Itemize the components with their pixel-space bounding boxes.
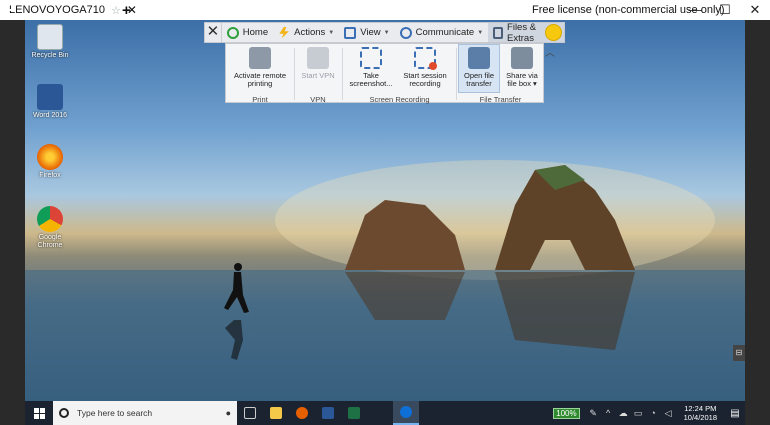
tab-view[interactable]: View ▼ [339,23,394,42]
system-tray: 100% ✎ ^ ☁ ▭ ◔ ◁ 12:24 PM 10/4/2018 ▤ [553,401,745,425]
chevron-down-icon: ▼ [328,29,335,36]
divider [294,48,295,100]
zoom-indicator[interactable]: 100% [553,407,580,419]
files-icon [493,26,504,39]
start-vpn-button[interactable]: Start VPN [298,47,338,80]
pen-icon[interactable]: ✎ [586,408,601,419]
start-session-recording-button[interactable]: Start session recording [398,47,452,88]
open-file-transfer-button[interactable]: Open file transfer [459,47,499,88]
maximize-button[interactable]: ☐ [710,0,740,20]
desktop-icon-chrome[interactable]: Google Chrome [29,206,71,250]
share-via-file-box-button[interactable]: Share via file box ▾ [502,47,542,88]
word-icon [322,407,334,419]
clock[interactable]: 12:24 PM 10/4/2018 [684,404,717,422]
group-label-print: Print [252,95,268,104]
taskbar-teamviewer[interactable] [393,401,419,425]
group-label-vpn: VPN [310,95,326,104]
firefox-icon [37,144,63,170]
tab-close-icon[interactable]: ✕ [127,3,137,17]
excel-icon [348,407,360,419]
taskbar-file-explorer[interactable] [263,401,289,425]
taskbar-blank [367,401,393,425]
tab-communicate[interactable]: Communicate ▼ [395,23,489,42]
onedrive-icon[interactable]: ☁ [616,408,631,419]
side-panel-handle[interactable]: ⊟ [733,345,745,361]
microphone-icon[interactable]: ● [226,408,231,418]
task-view-icon [244,407,256,419]
remote-taskbar: Type here to search ● 100% ✎ ^ ☁ ▭ ◔ ◁ 1… [25,401,745,425]
taskbar-word[interactable] [315,401,341,425]
recycle-bin-icon [37,24,63,50]
chevron-down-icon: ▼ [477,29,484,36]
folder-icon [270,407,282,419]
desktop-icons: Recycle Bin Word 2016 Firefox Google Chr… [25,20,75,280]
lightning-icon [279,26,289,39]
tab-actions[interactable]: Actions ▼ [273,23,339,42]
chevron-up-icon[interactable]: ^ [601,408,616,418]
desktop-icon-recycle-bin[interactable]: Recycle Bin [29,24,71,60]
title-bar: LENOVOYOGA710 ☆ ✕ + Free license (non-co… [0,0,770,20]
taskbar-excel[interactable] [341,401,367,425]
windows-logo-icon [33,407,45,419]
divider [456,48,457,100]
monitor-icon [344,26,357,39]
shield-icon [307,47,329,69]
close-window-button[interactable]: ✕ [740,0,770,20]
group-label-screen-recording: Screen Recording [369,95,430,104]
tab-title: LENOVOYOGA710 [9,4,105,16]
notifications-icon[interactable]: ▤ [725,408,745,419]
volume-icon[interactable]: ◁ [661,408,676,419]
file-box-icon [511,47,533,69]
firefox-icon [296,407,308,419]
desktop-icon-firefox[interactable]: Firefox [29,144,71,180]
cortana-icon [59,408,69,418]
minimize-button[interactable]: — [680,0,710,20]
files-extras-ribbon: Activate remote printing Start VPN Take … [225,43,544,104]
favorite-star-icon[interactable]: ☆ [111,4,121,17]
start-button[interactable] [25,401,53,425]
battery-icon[interactable]: ▭ [631,408,646,419]
taskbar-search-box[interactable]: Type here to search ● [53,401,237,425]
search-placeholder: Type here to search [77,408,153,418]
divider [342,48,343,100]
word-icon [37,84,63,110]
activate-remote-printing-button[interactable]: Activate remote printing [230,47,290,88]
file-transfer-icon [468,47,490,69]
camera-icon [360,47,382,69]
remote-control-toolbar: ✕ Home Actions ▼ View ▼ Communicate ▼ Files… [204,22,565,44]
collapse-ribbon-icon[interactable]: ︿ [545,44,555,59]
wifi-icon[interactable]: ◔ [646,408,661,418]
feedback-smiley-icon[interactable] [545,24,562,41]
home-icon [226,26,239,39]
session-tab[interactable]: LENOVOYOGA710 ☆ ✕ [0,0,137,20]
teamviewer-icon [400,406,412,418]
chevron-down-icon: ▼ [383,29,390,36]
close-session-button[interactable]: ✕ [205,23,222,42]
phone-icon [399,26,412,39]
record-icon [414,47,437,70]
group-label-file-transfer: File Transfer [479,95,522,104]
task-view-button[interactable] [237,401,263,425]
printer-icon [249,47,271,69]
taskbar-firefox[interactable] [289,401,315,425]
tab-home[interactable]: Home [222,23,273,42]
desktop-icon-word[interactable]: Word 2016 [29,84,71,120]
take-screenshot-button[interactable]: Take screenshot... [347,47,395,88]
chrome-icon [37,206,63,232]
